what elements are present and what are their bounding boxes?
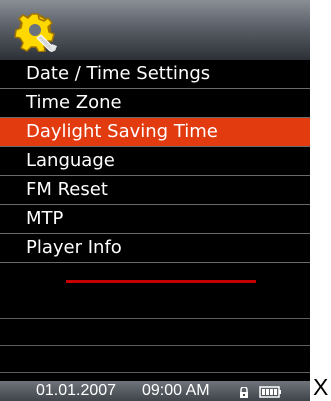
battery-icon	[259, 386, 281, 398]
menu-item-time-zone[interactable]: Time Zone	[0, 89, 310, 118]
empty-row	[0, 346, 310, 373]
status-date: 01.01.2007	[36, 382, 117, 399]
empty-menu-rows	[0, 292, 310, 373]
menu-item-language[interactable]: Language	[0, 147, 310, 176]
empty-row	[0, 319, 310, 346]
menu-item-player-info[interactable]: Player Info	[0, 234, 310, 263]
menu-item-daylight-saving-time[interactable]: Daylight Saving Time	[0, 118, 310, 147]
status-bar: 01.01.2007 09:00 AM	[0, 381, 310, 401]
menu-item-label: Player Info	[26, 237, 122, 258]
empty-row	[0, 292, 310, 319]
menu-item-label: Time Zone	[26, 92, 122, 113]
settings-menu: Date / Time Settings Time Zone Daylight …	[0, 60, 310, 263]
menu-item-label: Daylight Saving Time	[26, 121, 218, 142]
outside-x-text: X	[313, 374, 329, 400]
title-bar	[0, 0, 310, 60]
menu-item-label: Date / Time Settings	[26, 63, 211, 84]
menu-item-fm-reset[interactable]: FM Reset	[0, 176, 310, 205]
menu-item-label: MTP	[26, 208, 64, 229]
settings-gear-wrench-icon	[14, 13, 57, 52]
status-time: 09:00 AM	[142, 382, 210, 399]
separator-line	[66, 280, 256, 283]
device-screen: Date / Time Settings Time Zone Daylight …	[0, 0, 310, 401]
menu-item-label: Language	[26, 150, 115, 171]
menu-item-date-time-settings[interactable]: Date / Time Settings	[0, 60, 310, 89]
menu-item-mtp[interactable]: MTP	[0, 205, 310, 234]
menu-item-label: FM Reset	[26, 179, 108, 200]
lock-icon	[240, 387, 248, 398]
